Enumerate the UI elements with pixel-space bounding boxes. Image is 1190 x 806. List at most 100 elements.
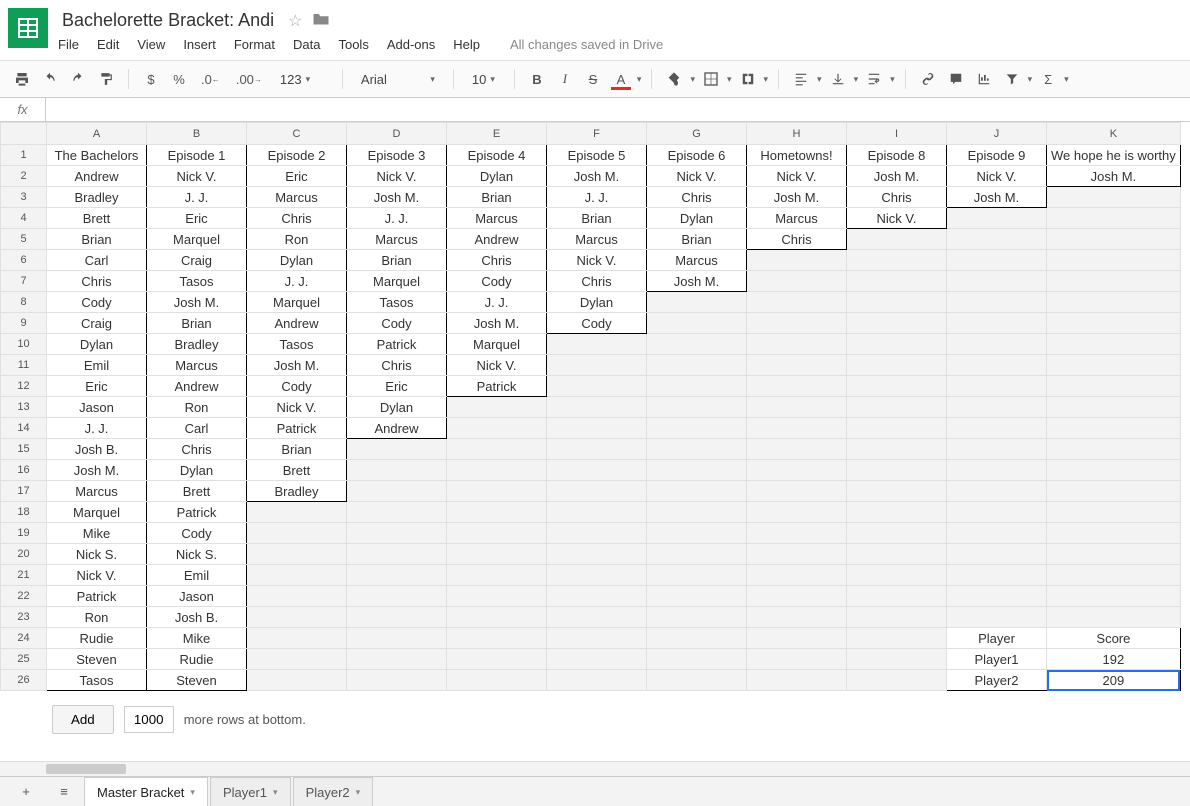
- cell-B1[interactable]: Episode 1: [147, 145, 247, 166]
- cell-F8[interactable]: Dylan: [547, 292, 647, 313]
- cell-H18[interactable]: [747, 502, 847, 523]
- link-icon[interactable]: [916, 67, 940, 91]
- col-header-H[interactable]: H: [747, 123, 847, 145]
- sheet-tab-player2[interactable]: Player2▾: [293, 777, 374, 806]
- cell-E11[interactable]: Nick V.: [447, 355, 547, 376]
- horizontal-scrollbar[interactable]: [0, 761, 1190, 776]
- cell-F15[interactable]: [547, 439, 647, 460]
- cell-A17[interactable]: Marcus: [47, 481, 147, 502]
- cell-I13[interactable]: [847, 397, 947, 418]
- cell-G8[interactable]: [647, 292, 747, 313]
- cell-C4[interactable]: Chris: [247, 208, 347, 229]
- cell-I7[interactable]: [847, 271, 947, 292]
- cell-C14[interactable]: Patrick: [247, 418, 347, 439]
- cell-I6[interactable]: [847, 250, 947, 271]
- cell-D9[interactable]: Cody: [347, 313, 447, 334]
- cell-E23[interactable]: [447, 607, 547, 628]
- row-header-4[interactable]: 4: [1, 208, 47, 229]
- cell-F6[interactable]: Nick V.: [547, 250, 647, 271]
- cell-K3[interactable]: [1047, 187, 1181, 208]
- row-header-3[interactable]: 3: [1, 187, 47, 208]
- cell-C10[interactable]: Tasos: [247, 334, 347, 355]
- cell-I9[interactable]: [847, 313, 947, 334]
- cell-I24[interactable]: [847, 628, 947, 649]
- cell-A14[interactable]: J. J.: [47, 418, 147, 439]
- cell-G17[interactable]: [647, 481, 747, 502]
- cell-F22[interactable]: [547, 586, 647, 607]
- cell-J7[interactable]: [947, 271, 1047, 292]
- col-header-B[interactable]: B: [147, 123, 247, 145]
- cell-J24[interactable]: Player: [947, 628, 1047, 649]
- cell-G18[interactable]: [647, 502, 747, 523]
- cell-A22[interactable]: Patrick: [47, 586, 147, 607]
- cell-E16[interactable]: [447, 460, 547, 481]
- cell-A26[interactable]: Tasos: [47, 670, 147, 691]
- halign-icon[interactable]: [789, 67, 813, 91]
- cell-C21[interactable]: [247, 565, 347, 586]
- cell-F23[interactable]: [547, 607, 647, 628]
- sheet-tab-player1[interactable]: Player1▾: [210, 777, 291, 806]
- cell-C15[interactable]: Brian: [247, 439, 347, 460]
- formula-input[interactable]: [46, 98, 1190, 121]
- cell-K18[interactable]: [1047, 502, 1181, 523]
- cell-I11[interactable]: [847, 355, 947, 376]
- cell-D2[interactable]: Nick V.: [347, 166, 447, 187]
- cell-C13[interactable]: Nick V.: [247, 397, 347, 418]
- cell-G12[interactable]: [647, 376, 747, 397]
- font-select[interactable]: Arial▾: [353, 67, 443, 91]
- cell-G16[interactable]: [647, 460, 747, 481]
- sheet-tab-master-bracket[interactable]: Master Bracket▾: [84, 777, 208, 806]
- cell-F24[interactable]: [547, 628, 647, 649]
- cell-B4[interactable]: Eric: [147, 208, 247, 229]
- add-sheet-button[interactable]: +: [8, 777, 44, 806]
- menu-edit[interactable]: Edit: [97, 37, 119, 52]
- cell-B24[interactable]: Mike: [147, 628, 247, 649]
- wrap-icon[interactable]: [862, 67, 886, 91]
- cell-K19[interactable]: [1047, 523, 1181, 544]
- cell-J17[interactable]: [947, 481, 1047, 502]
- cell-I17[interactable]: [847, 481, 947, 502]
- cell-F3[interactable]: J. J.: [547, 187, 647, 208]
- cell-D24[interactable]: [347, 628, 447, 649]
- row-header-16[interactable]: 16: [1, 460, 47, 481]
- cell-D25[interactable]: [347, 649, 447, 670]
- cell-C24[interactable]: [247, 628, 347, 649]
- cell-D13[interactable]: Dylan: [347, 397, 447, 418]
- cell-A9[interactable]: Craig: [47, 313, 147, 334]
- cell-C6[interactable]: Dylan: [247, 250, 347, 271]
- cell-D6[interactable]: Brian: [347, 250, 447, 271]
- cell-G4[interactable]: Dylan: [647, 208, 747, 229]
- cell-A8[interactable]: Cody: [47, 292, 147, 313]
- cell-B15[interactable]: Chris: [147, 439, 247, 460]
- cell-B14[interactable]: Carl: [147, 418, 247, 439]
- cell-H17[interactable]: [747, 481, 847, 502]
- cell-K2[interactable]: Josh M.: [1047, 166, 1181, 187]
- print-icon[interactable]: [10, 67, 34, 91]
- cell-K4[interactable]: [1047, 208, 1181, 229]
- merge-cells-icon[interactable]: [736, 67, 760, 91]
- row-header-25[interactable]: 25: [1, 649, 47, 670]
- cell-G19[interactable]: [647, 523, 747, 544]
- app-logo[interactable]: [8, 8, 48, 48]
- cell-G2[interactable]: Nick V.: [647, 166, 747, 187]
- cell-B2[interactable]: Nick V.: [147, 166, 247, 187]
- cell-J13[interactable]: [947, 397, 1047, 418]
- cell-B5[interactable]: Marquel: [147, 229, 247, 250]
- cell-A13[interactable]: Jason: [47, 397, 147, 418]
- cell-H20[interactable]: [747, 544, 847, 565]
- cell-H16[interactable]: [747, 460, 847, 481]
- cell-E7[interactable]: Cody: [447, 271, 547, 292]
- cell-H15[interactable]: [747, 439, 847, 460]
- cell-A18[interactable]: Marquel: [47, 502, 147, 523]
- cell-D3[interactable]: Josh M.: [347, 187, 447, 208]
- menu-file[interactable]: File: [58, 37, 79, 52]
- cell-I10[interactable]: [847, 334, 947, 355]
- cell-H22[interactable]: [747, 586, 847, 607]
- valign-icon[interactable]: [826, 67, 850, 91]
- col-header-D[interactable]: D: [347, 123, 447, 145]
- cell-J15[interactable]: [947, 439, 1047, 460]
- cell-J16[interactable]: [947, 460, 1047, 481]
- cell-G5[interactable]: Brian: [647, 229, 747, 250]
- cell-J21[interactable]: [947, 565, 1047, 586]
- cell-E20[interactable]: [447, 544, 547, 565]
